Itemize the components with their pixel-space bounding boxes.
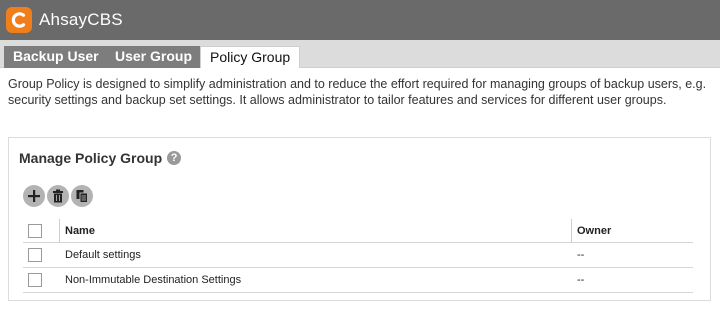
tab-policy-group[interactable]: Policy Group [200, 46, 301, 68]
column-divider [59, 219, 60, 243]
help-icon[interactable]: ? [167, 151, 182, 165]
add-policy-group-button[interactable] [23, 185, 45, 207]
copy-icon [76, 190, 88, 203]
column-header-owner[interactable]: Owner [577, 219, 611, 242]
plus-icon [28, 190, 40, 202]
tab-strip: Backup User User Group Policy Group [0, 40, 720, 68]
toolbar [23, 185, 93, 207]
app-title: AhsayCBS [39, 10, 123, 29]
select-all-checkbox[interactable] [28, 224, 42, 238]
page-description: Group Policy is designed to simplify adm… [8, 77, 707, 107]
ahsay-logo-icon[interactable] [6, 7, 32, 33]
row-checkbox[interactable] [28, 248, 42, 262]
delete-policy-group-button[interactable] [47, 185, 69, 207]
row-name[interactable]: Default settings [65, 243, 141, 267]
tab-user-group[interactable]: User Group [106, 46, 202, 68]
table-row[interactable]: Non-Immutable Destination Settings -- [23, 268, 693, 293]
policy-group-table: Name Owner Default settings -- Non-Immut… [23, 219, 693, 293]
row-owner: -- [577, 274, 585, 286]
column-divider [571, 219, 572, 243]
table-row[interactable]: Default settings -- [23, 243, 693, 268]
table-header: Name Owner [23, 219, 693, 243]
row-checkbox[interactable] [28, 273, 42, 287]
top-bar: AhsayCBS [0, 0, 720, 40]
panel-title-text: Manage Policy Group [19, 150, 163, 166]
copy-policy-group-button[interactable] [71, 185, 93, 207]
manage-policy-group-panel: Manage Policy Group ? Name Owner Default… [8, 137, 711, 301]
row-name[interactable]: Non-Immutable Destination Settings [65, 268, 241, 292]
column-header-name[interactable]: Name [65, 219, 95, 242]
panel-title: Manage Policy Group ? [19, 150, 182, 166]
trash-icon [53, 189, 63, 203]
tab-backup-user[interactable]: Backup User [4, 46, 108, 68]
row-owner: -- [577, 249, 585, 261]
